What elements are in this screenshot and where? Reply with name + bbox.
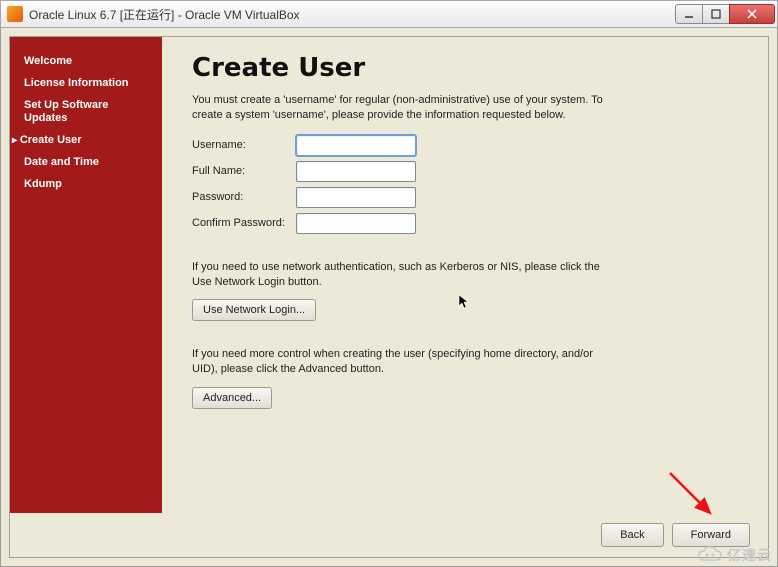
back-button[interactable]: Back [601, 523, 663, 547]
confirm-password-label: Confirm Password: [192, 217, 296, 229]
username-input[interactable] [296, 135, 416, 156]
password-label: Password: [192, 191, 296, 203]
close-button[interactable] [729, 4, 775, 24]
fullname-input[interactable] [296, 161, 416, 182]
sidebar-item-kdump[interactable]: Kdump [24, 174, 152, 196]
installer-window: Welcome License Information Set Up Softw… [9, 36, 769, 558]
cloud-icon [697, 546, 723, 564]
forward-button[interactable]: Forward [672, 523, 750, 547]
fullname-label: Full Name: [192, 165, 296, 177]
sidebar-item-license[interactable]: License Information [24, 73, 152, 95]
watermark-text: 亿速云 [727, 545, 772, 565]
sidebar-item-welcome[interactable]: Welcome [24, 51, 152, 73]
use-network-login-button[interactable]: Use Network Login... [192, 299, 316, 321]
watermark: 亿速云 [697, 545, 772, 565]
username-label: Username: [192, 139, 296, 151]
minimize-button[interactable] [675, 4, 703, 24]
advanced-button[interactable]: Advanced... [192, 387, 272, 409]
window-title: Oracle Linux 6.7 [正在运行] - Oracle VM Virt… [29, 6, 676, 23]
footer: Back Forward [10, 513, 768, 557]
window-controls [676, 4, 775, 24]
sidebar-item-updates[interactable]: Set Up Software Updates [24, 95, 152, 131]
intro-text: You must create a 'username' for regular… [192, 93, 612, 123]
virtualbox-icon [7, 6, 23, 22]
sidebar-item-create-user[interactable]: Create User [24, 130, 152, 152]
vm-frame: Welcome License Information Set Up Softw… [0, 28, 778, 567]
maximize-button[interactable] [702, 4, 730, 24]
mouse-cursor-icon [458, 294, 470, 310]
content-area: Create User You must create a 'username'… [162, 37, 768, 513]
page-title: Create User [192, 53, 738, 83]
network-login-text: If you need to use network authenticatio… [192, 260, 612, 290]
sidebar: Welcome License Information Set Up Softw… [10, 37, 162, 513]
password-input[interactable] [296, 187, 416, 208]
window-titlebar: Oracle Linux 6.7 [正在运行] - Oracle VM Virt… [0, 0, 778, 28]
confirm-password-input[interactable] [296, 213, 416, 234]
advanced-text: If you need more control when creating t… [192, 347, 612, 377]
sidebar-item-date-time[interactable]: Date and Time [24, 152, 152, 174]
